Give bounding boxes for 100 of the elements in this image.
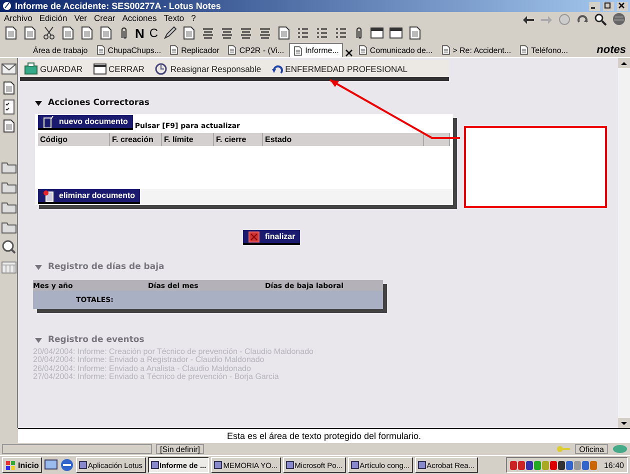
- toolbar-letter[interactable]: C: [149, 26, 158, 40]
- clock: 16:40: [604, 460, 624, 470]
- document-icon[interactable]: [23, 26, 37, 40]
- tab[interactable]: Comunicado de...: [354, 43, 436, 57]
- tray-icon[interactable]: [510, 460, 517, 470]
- tab[interactable]: > Re: Accident...: [438, 43, 514, 57]
- location-field[interactable]: Oficina: [575, 444, 608, 454]
- circular-arrow-icon: [271, 62, 284, 74]
- calendar-icon[interactable]: [0, 259, 16, 275]
- scissors-icon[interactable]: [42, 26, 56, 40]
- cross-box-icon: [248, 230, 260, 242]
- close-icon[interactable]: [344, 49, 353, 57]
- tab-icon[interactable]: [169, 45, 180, 55]
- document-icon[interactable]: [99, 26, 113, 40]
- list-icon[interactable]: [296, 26, 310, 40]
- align-icon[interactable]: [258, 26, 272, 40]
- window-icon[interactable]: [370, 26, 384, 40]
- refresh-icon[interactable]: [576, 12, 589, 26]
- window-icon: [214, 460, 222, 470]
- envelope-icon[interactable]: [0, 61, 16, 77]
- tray-icon[interactable]: [582, 460, 589, 470]
- save-icon: [24, 62, 38, 75]
- tab-icon[interactable]: [227, 45, 238, 55]
- triangle-icon[interactable]: [35, 100, 42, 106]
- maximize-button[interactable]: [603, 2, 614, 10]
- window-icon[interactable]: [389, 26, 404, 40]
- list-icon[interactable]: [334, 26, 348, 40]
- tab[interactable]: Informe...: [289, 43, 343, 57]
- menu-item[interactable]: Ver: [74, 13, 87, 23]
- window-icon: [150, 460, 159, 470]
- tab-icon[interactable]: [358, 45, 368, 55]
- minimize-button[interactable]: [589, 2, 600, 10]
- column-header: F. cierre: [214, 133, 263, 146]
- start-button[interactable]: Inicio: [2, 457, 42, 473]
- close-button[interactable]: [617, 2, 628, 10]
- section-title: Registro de eventos: [48, 335, 144, 345]
- document-icon[interactable]: [2, 81, 16, 95]
- document-icon[interactable]: [182, 26, 196, 40]
- window-title: Informe de Accidente: SES00277A - Lotus Notes: [15, 1, 221, 11]
- tray-icon[interactable]: [558, 460, 565, 470]
- menu-item[interactable]: Edición: [39, 13, 68, 23]
- desktop-icon[interactable]: [44, 458, 58, 472]
- document-icon[interactable]: [4, 26, 18, 40]
- delete-document-button[interactable]: eliminar documento: [38, 189, 140, 204]
- brand-logo: notes: [596, 44, 627, 56]
- column-header: F. límite: [162, 133, 214, 146]
- app-icon: [2, 1, 12, 11]
- tab-icon[interactable]: [293, 46, 304, 56]
- section-title: Registro de días de baja: [48, 262, 164, 272]
- window-icon: [418, 460, 426, 470]
- document-icon[interactable]: [408, 26, 422, 40]
- protected-text-area: Esta es el área de texto protegido del formulario.: [18, 428, 630, 443]
- tab-icon[interactable]: [440, 45, 451, 55]
- pen-icon[interactable]: [163, 26, 178, 40]
- tab[interactable]: Replicador: [166, 43, 222, 57]
- document-icon[interactable]: [2, 119, 16, 133]
- search-icon[interactable]: [0, 239, 16, 255]
- column-header: Código: [38, 133, 110, 146]
- tab[interactable]: ChupaChups...: [92, 43, 164, 57]
- finish-button[interactable]: finalizar: [243, 230, 300, 245]
- toolbar-button[interactable]: Reasignar Responsable: [154, 62, 262, 75]
- checklist-icon[interactable]: [0, 99, 16, 115]
- globe-icon[interactable]: [612, 12, 626, 26]
- list-icon[interactable]: [315, 26, 330, 40]
- menu-item[interactable]: Acciones: [122, 13, 157, 23]
- window-icon: [286, 460, 294, 470]
- tab[interactable]: CP2R - (Vi...: [224, 43, 288, 57]
- scroll-down-icon[interactable]: [618, 418, 630, 428]
- tab-icon[interactable]: [519, 45, 530, 55]
- toolbar-button[interactable]: CERRAR: [92, 62, 144, 75]
- menu-item[interactable]: Archivo: [4, 13, 32, 23]
- tray-icon[interactable]: [526, 460, 533, 470]
- status-field[interactable]: [Sin definir]: [156, 444, 204, 454]
- menu-item[interactable]: ?: [191, 13, 196, 23]
- align-icon[interactable]: [201, 26, 216, 40]
- delete-document-icon: [43, 190, 54, 202]
- window-icon: [350, 460, 359, 470]
- toolbar-letter[interactable]: N: [135, 26, 144, 40]
- menu-item[interactable]: Crear: [94, 13, 116, 23]
- document-icon[interactable]: [61, 26, 75, 40]
- column-header: Estado: [263, 133, 424, 146]
- search-icon[interactable]: [594, 12, 607, 26]
- key-icon: [556, 444, 572, 454]
- tray-icon[interactable]: [518, 460, 525, 470]
- tab[interactable]: Área de trabajo: [30, 43, 91, 57]
- window-icon: [78, 460, 87, 470]
- menu-item[interactable]: Texto: [164, 13, 184, 23]
- align-icon[interactable]: [220, 26, 234, 40]
- tab[interactable]: Teléfono...: [516, 43, 571, 57]
- document-icon[interactable]: [277, 26, 292, 40]
- scroll-up-icon[interactable]: [618, 58, 630, 68]
- align-icon[interactable]: [239, 26, 254, 40]
- document-icon[interactable]: [80, 26, 94, 40]
- section-title: Acciones Correctoras: [48, 98, 150, 108]
- toolbar-button[interactable]: ENFERMEDAD PROFESIONAL: [271, 62, 408, 74]
- new-document-button[interactable]: nuevo documento: [38, 115, 133, 130]
- tab-icon[interactable]: [96, 45, 106, 55]
- tray-icon[interactable]: [566, 460, 573, 470]
- toolbar-button[interactable]: GUARDAR: [24, 62, 83, 75]
- column-header: F. creación: [110, 133, 162, 146]
